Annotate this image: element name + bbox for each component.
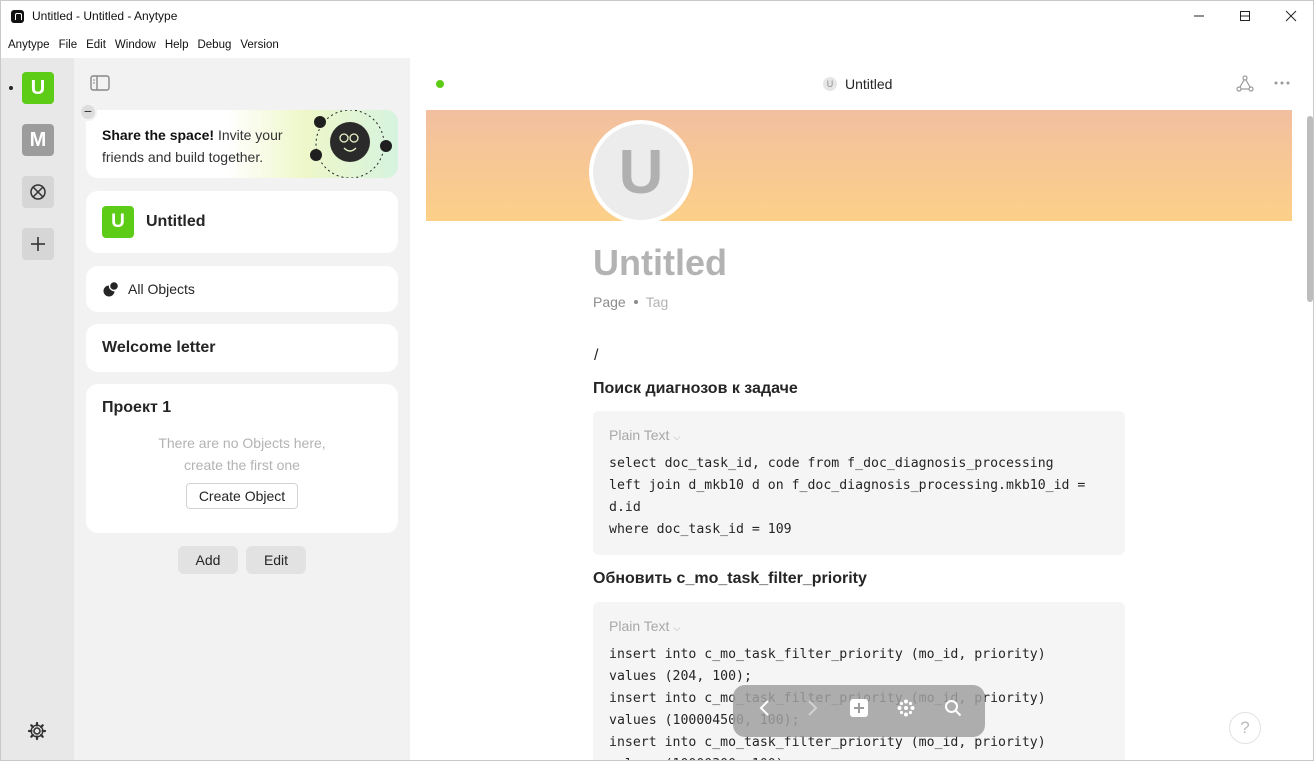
share-bold: Share the space! xyxy=(102,127,215,143)
space-name: Untitled xyxy=(146,213,206,230)
app-window: Untitled - Untitled - Anytype Anytype Fi… xyxy=(0,0,1314,761)
code-block-1[interactable]: Plain Text ⌵ select doc_task_id, code fr… xyxy=(593,411,1125,555)
menu-version[interactable]: Version xyxy=(240,39,278,51)
space-avatar: U xyxy=(102,206,134,238)
space-card[interactable]: U Untitled xyxy=(86,191,398,253)
code-content[interactable]: select doc_task_id, code from f_doc_diag… xyxy=(609,453,1085,541)
add-widget-button[interactable]: Add xyxy=(178,546,238,574)
project-widget: Проект 1 There are no Objects here, crea… xyxy=(86,384,398,533)
code-language-label: Plain Text xyxy=(609,427,670,443)
code-language-label-2: Plain Text xyxy=(609,618,670,634)
back-button[interactable] xyxy=(750,699,780,723)
menu-debug[interactable]: Debug xyxy=(197,39,231,51)
code-block-2[interactable]: Plain Text ⌵ insert into c_mo_task_filte… xyxy=(593,602,1125,760)
window-title: Untitled - Untitled - Anytype xyxy=(32,9,178,23)
page-cover[interactable] xyxy=(426,110,1292,221)
page-title[interactable]: Untitled xyxy=(593,242,727,284)
toggle-sidebar-button[interactable] xyxy=(90,75,110,96)
menu-bar: Anytype File Edit Window Help Debug Vers… xyxy=(1,33,1313,57)
project-title[interactable]: Проект 1 xyxy=(102,399,171,417)
scrollbar-thumb[interactable] xyxy=(1307,116,1313,302)
graph-nav-button[interactable] xyxy=(891,699,921,723)
close-button[interactable] xyxy=(1268,1,1313,31)
gallery-icon xyxy=(30,184,46,200)
header-object-icon: U xyxy=(823,77,837,91)
all-objects-label: All Objects xyxy=(128,281,195,297)
gallery-button[interactable] xyxy=(22,176,54,208)
sidebar-toggle-icon xyxy=(90,75,110,91)
settings-button[interactable] xyxy=(27,721,47,746)
empty-state-line-1: There are no Objects here, xyxy=(158,435,326,451)
chevron-down-icon: ⌵ xyxy=(673,432,681,442)
arrow-left-icon xyxy=(759,700,769,716)
menu-anytype[interactable]: Anytype xyxy=(8,39,50,51)
empty-state-line-2: create the first one xyxy=(184,457,300,473)
active-space-indicator xyxy=(9,86,13,90)
text-block-slash[interactable]: / xyxy=(594,347,598,365)
graph-icon xyxy=(1236,75,1254,92)
help-button[interactable]: ? xyxy=(1229,712,1261,744)
search-icon xyxy=(945,700,962,717)
menu-file[interactable]: File xyxy=(59,39,78,51)
all-objects-icon xyxy=(103,281,119,297)
forward-button[interactable] xyxy=(797,699,827,723)
gear-icon xyxy=(27,721,47,741)
header-breadcrumb[interactable]: U Untitled xyxy=(823,76,892,92)
sidebar: Share the space! Invite your friends and… xyxy=(74,58,410,760)
separator-dot xyxy=(633,300,638,304)
code-language-selector[interactable]: Plain Text ⌵ xyxy=(609,427,680,443)
share-illustration-icon xyxy=(310,110,392,178)
empty-state-text: There are no Objects here, create the fi… xyxy=(86,432,398,476)
plus-icon xyxy=(31,237,45,251)
plus-square-icon xyxy=(849,699,868,717)
share-banner-text: Share the space! Invite your friends and… xyxy=(102,124,302,168)
more-menu-button[interactable] xyxy=(1273,74,1291,97)
welcome-letter-widget[interactable]: Welcome letter xyxy=(86,324,398,372)
menu-edit[interactable]: Edit xyxy=(86,39,106,51)
chevron-down-icon-2: ⌵ xyxy=(673,623,681,633)
welcome-letter-label: Welcome letter xyxy=(102,339,216,356)
code-language-selector-2[interactable]: Plain Text ⌵ xyxy=(609,618,680,634)
title-bar: Untitled - Untitled - Anytype xyxy=(1,1,1313,33)
heading-block-2[interactable]: Обновить c_mo_task_filter_priority xyxy=(593,570,867,588)
page-icon[interactable]: U xyxy=(589,120,693,224)
editor-area: U Untitled U Untitled Page Tag / Поиск д… xyxy=(410,58,1313,760)
page-featured-relations: Page Tag xyxy=(593,294,668,310)
edit-widgets-button[interactable]: Edit xyxy=(246,546,306,574)
more-icon xyxy=(1274,81,1290,85)
create-object-nav-button[interactable] xyxy=(844,699,874,723)
arrow-right-icon xyxy=(808,700,818,716)
space-untitled[interactable]: U xyxy=(22,72,54,104)
sync-status-dot[interactable] xyxy=(436,80,444,88)
graph-button[interactable] xyxy=(1236,75,1254,98)
all-objects-widget[interactable]: All Objects xyxy=(86,266,398,312)
create-object-button[interactable]: Create Object xyxy=(186,483,298,509)
page-type[interactable]: Page xyxy=(593,294,626,310)
search-button[interactable] xyxy=(938,699,968,723)
space-m[interactable]: M xyxy=(22,124,54,156)
anytype-logo-icon xyxy=(11,10,24,23)
dots-grid-icon xyxy=(897,699,915,717)
menu-window[interactable]: Window xyxy=(115,39,156,51)
menu-help[interactable]: Help xyxy=(165,39,189,51)
share-space-banner[interactable]: Share the space! Invite your friends and… xyxy=(86,110,398,178)
page-tag[interactable]: Tag xyxy=(646,294,669,310)
bottom-navigation-bar xyxy=(733,685,985,737)
add-space-button[interactable] xyxy=(22,228,54,260)
maximize-icon xyxy=(1240,11,1250,21)
minimize-line-icon xyxy=(1194,15,1204,17)
dismiss-banner-button[interactable]: − xyxy=(79,103,97,121)
heading-block-1[interactable]: Поиск диагнозов к задаче xyxy=(593,380,798,398)
close-icon xyxy=(1285,10,1297,22)
spaces-rail: U M xyxy=(1,58,74,760)
header-title: Untitled xyxy=(845,76,893,92)
maximize-button[interactable] xyxy=(1222,1,1268,31)
minimize-button-alt[interactable] xyxy=(1176,1,1222,31)
